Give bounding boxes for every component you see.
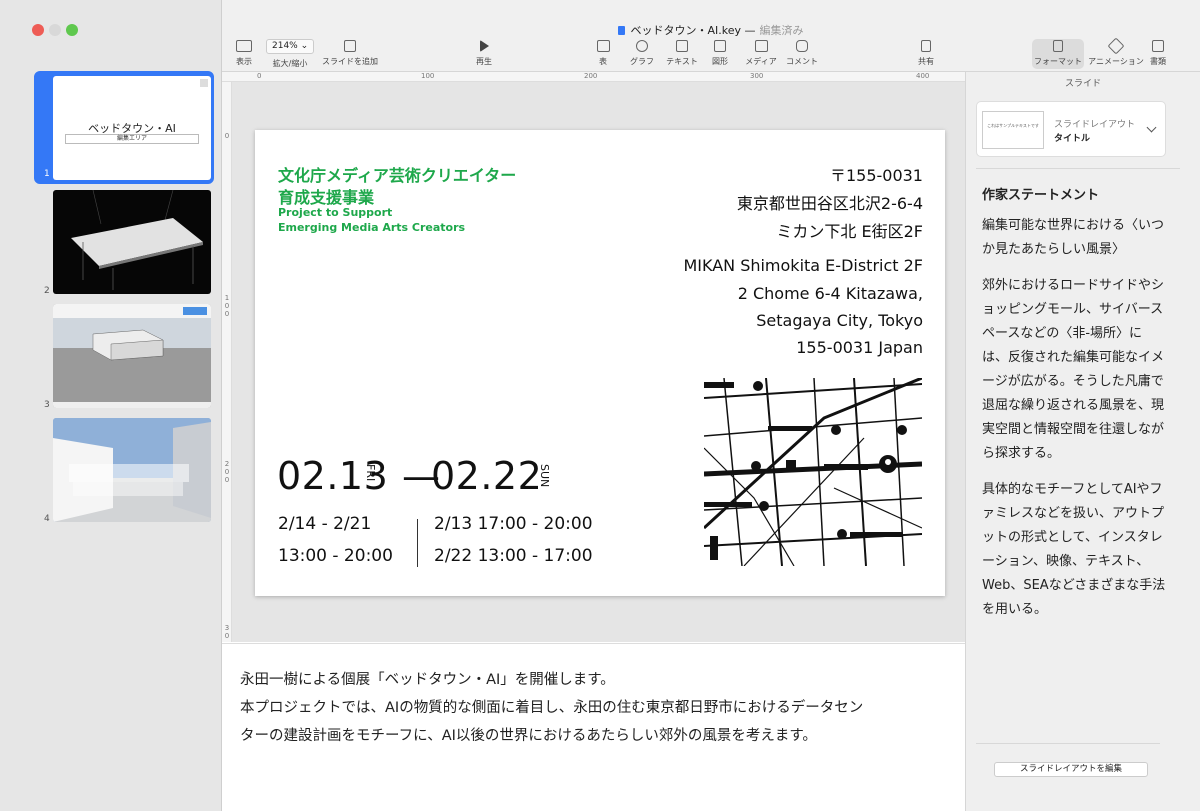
paintbrush-icon [1053, 40, 1063, 52]
end-date[interactable]: 02.22 [431, 454, 542, 498]
format-button[interactable]: フォーマット [1032, 40, 1084, 67]
comment-icon [796, 40, 808, 52]
start-weekday[interactable]: FRI [364, 464, 377, 488]
org-title-en-line1[interactable]: Project to Support [278, 206, 392, 219]
statement-paragraph-2: 郊外におけるロードサイドやショッピングモール、サイバースペースなどの〈非-場所〉… [982, 278, 1165, 461]
divider [976, 743, 1160, 744]
layout-label: スライドレイアウト [1054, 120, 1136, 130]
note-line-2: 本プロジェクトでは、AIの物質的な側面に着目し、永田の住む東京都日野市におけるデ… [240, 700, 864, 716]
text-icon [676, 40, 688, 52]
add-slide-button[interactable]: スライドを追加 [320, 40, 380, 67]
inspector-tab-slide[interactable]: スライド [966, 76, 1200, 89]
note-line-1: 永田一樹による個展「ベッドタウン・AI」を開催します。 [240, 672, 615, 688]
slide-number: 3 [44, 400, 50, 410]
keynote-doc-icon [618, 26, 626, 35]
statement-paragraph-1: 編集可能な世界における〈いつか見たあたらしい風景〉 [982, 218, 1165, 257]
table-button[interactable]: 表 [595, 40, 611, 67]
text-button[interactable]: テキスト [664, 40, 700, 67]
slide-number: 2 [44, 286, 50, 296]
slide-navigator: 1 ベッドタウン・AI 編集エリア 2 3 4 [0, 0, 222, 811]
toolbar: ベッドタウン・AI.key — 編集済み 表示 214% ⌄ 拡大/縮小 スライド… [222, 0, 1200, 72]
address-ja-line2[interactable]: ミカン下北 E街区2F [776, 218, 923, 242]
edit-slide-layout-button[interactable]: スライドレイアウトを編集 [994, 762, 1148, 777]
play-icon [479, 40, 489, 52]
slide-layout-selector[interactable]: これはサンプルテキストです スライドレイアウト タイトル [976, 101, 1166, 157]
share-icon [921, 40, 931, 52]
close-window-button[interactable] [32, 24, 44, 36]
document-title: ベッドタウン・AI.key — 編集済み [222, 22, 1200, 38]
statement-title: 作家ステートメント [982, 188, 1100, 203]
slide-1[interactable]: 文化庁メディア芸術クリエイター 育成支援事業 Project to Suppor… [255, 130, 945, 596]
virtual-space-image [53, 418, 211, 522]
view-button[interactable]: 表示 [234, 40, 254, 67]
end-weekday[interactable]: SUN [538, 464, 551, 492]
slide-thumbnail-3[interactable]: 3 [34, 300, 214, 412]
address-en-line2[interactable]: 2 Chome 6-4 Kitazawa, [738, 284, 923, 303]
schedule-regular-dates[interactable]: 2/14 - 2/21 [278, 514, 371, 534]
diamond-icon [1107, 37, 1125, 55]
zoom-dropdown[interactable]: 214% ⌄ [266, 39, 314, 54]
chart-button[interactable]: グラフ [628, 40, 656, 67]
slide-thumbnail-image: ベッドタウン・AI 編集エリア [53, 76, 211, 180]
map-image [704, 378, 922, 566]
thumbnail-subtitle: 編集エリア [65, 134, 199, 144]
slide-thumbnail-1[interactable]: 1 ベッドタウン・AI 編集エリア [34, 71, 214, 184]
divider [976, 168, 1180, 169]
statement-paragraph-3: 具体的なモチーフとしてAIやファミレスなどを扱い、アウトプットの形式として、イン… [982, 482, 1166, 617]
slide-canvas[interactable]: 文化庁メディア芸術クリエイター 育成支援事業 Project to Suppor… [232, 82, 965, 642]
address-en-line1[interactable]: MIKAN Shimokita E-District 2F [683, 256, 923, 275]
comment-button[interactable]: コメント [785, 40, 819, 67]
share-button[interactable]: 共有 [916, 40, 936, 67]
note-line-3: ターの建設計画をモチーフに、AI以後の世界におけるあたらしい郊外の風景を考えます… [240, 728, 817, 744]
minimize-window-button[interactable] [49, 24, 61, 36]
org-title-ja-line1[interactable]: 文化庁メディア芸術クリエイター [278, 162, 516, 186]
chevron-down-icon [1146, 122, 1157, 133]
address-en-line4[interactable]: 155-0031 Japan [796, 338, 923, 357]
chart-icon [636, 40, 648, 52]
media-icon [754, 40, 768, 52]
format-inspector: スライド これはサンプルテキストです スライドレイアウト タイトル 作家ステート… [965, 72, 1200, 811]
shape-button[interactable]: 図形 [710, 40, 730, 67]
document-icon [1152, 40, 1164, 52]
venue-map[interactable] [704, 378, 922, 566]
animate-button[interactable]: アニメーション [1088, 37, 1144, 67]
postal-code[interactable]: 〒155-0031 [830, 162, 923, 186]
slide-number: 1 [44, 169, 50, 179]
sidebar-icon [236, 40, 252, 52]
play-button[interactable]: 再生 [474, 40, 494, 67]
layout-thumbnail: これはサンプルテキストです [982, 111, 1044, 149]
layout-value: タイトル [1054, 134, 1091, 144]
thumbnail-corner-mark [200, 79, 208, 87]
table-icon [596, 40, 610, 52]
schedule-divider [417, 519, 418, 567]
vertical-ruler: 0 1 0 0 2 0 0 3 0 [222, 82, 232, 642]
schedule-opening-day[interactable]: 2/13 17:00 - 20:00 [434, 514, 593, 534]
media-button[interactable]: メディア [744, 40, 778, 67]
slide-thumbnail-image [53, 304, 211, 408]
3d-model-screenshot [53, 304, 211, 408]
address-ja-line1[interactable]: 東京都世田谷区北沢2-6-4 [737, 190, 923, 214]
slide-thumbnail-2[interactable]: 2 [34, 186, 214, 298]
address-en-line3[interactable]: Setagaya City, Tokyo [756, 311, 923, 330]
shape-icon [714, 40, 726, 52]
presenter-notes[interactable]: 永田一樹による個展「ベッドタウン・AI」を開催します。 本プロジェクトでは、AI… [222, 643, 965, 811]
schedule-closing-day[interactable]: 2/22 13:00 - 17:00 [434, 546, 593, 566]
org-title-en-line2[interactable]: Emerging Media Arts Creators [278, 221, 465, 234]
horizontal-ruler: 0 100 200 300 400 [222, 72, 965, 82]
slide-thumbnail-image [53, 190, 211, 294]
maximize-window-button[interactable] [66, 24, 78, 36]
slide-thumbnail-image [53, 418, 211, 522]
add-slide-icon [344, 40, 356, 52]
slide-thumbnail-4[interactable]: 4 [34, 414, 214, 526]
edited-status: 編集済み [759, 24, 804, 37]
document-button[interactable]: 書類 [1148, 40, 1168, 67]
slide-number: 4 [44, 514, 50, 524]
org-title-ja-line2[interactable]: 育成支援事業 [278, 184, 374, 208]
installation-photo [71, 190, 203, 290]
schedule-regular-hours[interactable]: 13:00 - 20:00 [278, 546, 393, 566]
zoom-button[interactable]: 214% ⌄ 拡大/縮小 [262, 39, 318, 69]
